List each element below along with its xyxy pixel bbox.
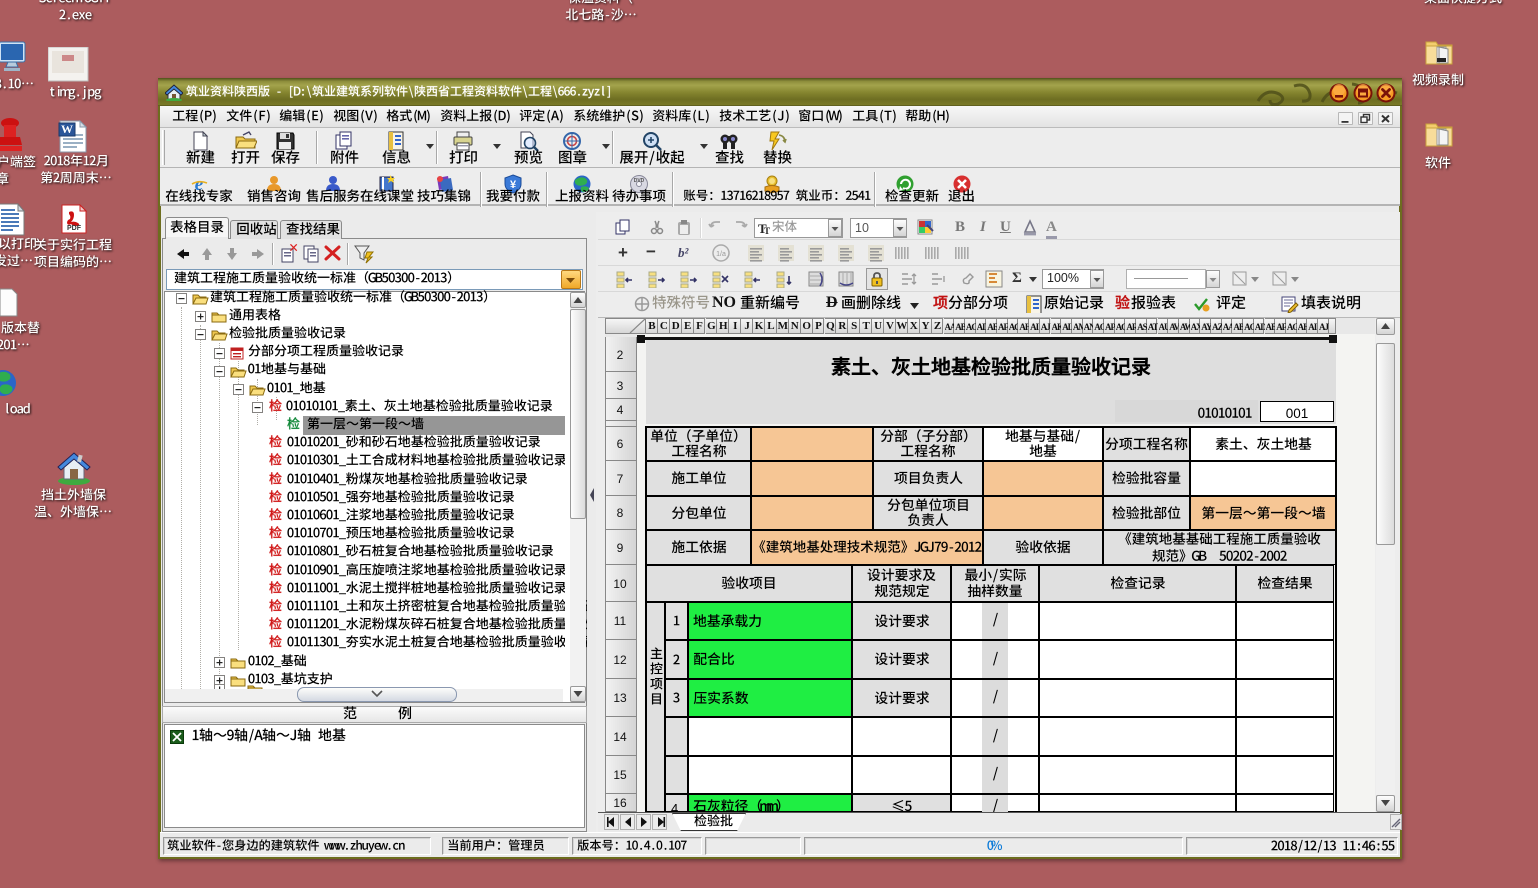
- svg-text:PDF: PDF: [67, 225, 82, 232]
- svg-text:T: T: [764, 226, 770, 235]
- svg-text:DVD: DVD: [634, 178, 645, 184]
- svg-text:W: W: [61, 122, 73, 136]
- svg-text:1/a: 1/a: [716, 251, 726, 258]
